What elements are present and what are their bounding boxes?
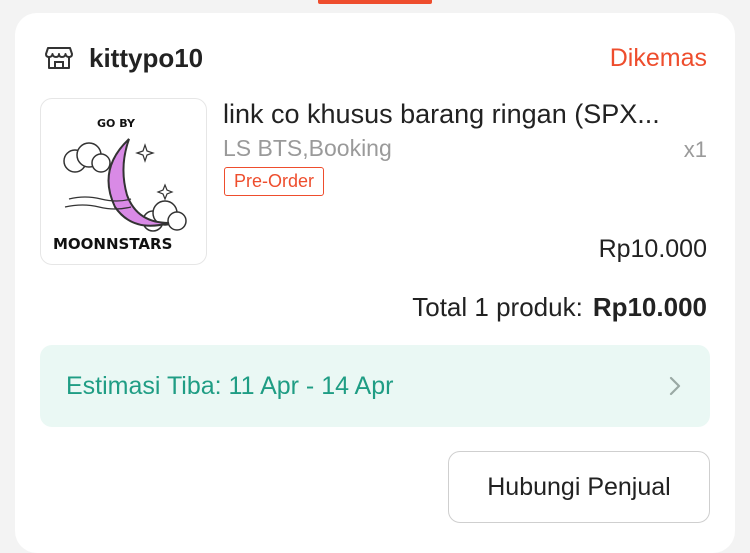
order-card[interactable]: kittypo10 Dikemas GO BY MOONNSTARS link … xyxy=(15,13,735,553)
chevron-right-icon xyxy=(668,374,684,398)
product-title[interactable]: link co khusus barang ringan (SPX... xyxy=(223,99,693,130)
total-label: Total 1 produk: xyxy=(412,292,583,322)
product-variant: LS BTS,Booking xyxy=(223,135,392,161)
image-top-text: GO BY xyxy=(97,117,136,130)
shop-name[interactable]: kittypo10 xyxy=(89,43,203,74)
total-amount: Rp10.000 xyxy=(592,292,707,322)
product-quantity: x1 xyxy=(683,137,707,162)
store-icon xyxy=(45,45,75,71)
contact-seller-button[interactable]: Hubungi Penjual xyxy=(448,451,710,523)
product-price: Rp10.000 xyxy=(598,235,707,263)
preorder-badge: Pre-Order xyxy=(224,167,325,196)
image-bottom-text: MOONNSTARS xyxy=(53,235,172,253)
active-tab-indicator xyxy=(318,0,432,4)
delivery-estimate-text: Estimasi Tiba: 11 Apr - 14 Apr xyxy=(66,371,394,400)
order-total: Total 1 produk: Rp10.000 xyxy=(412,292,707,323)
product-image[interactable]: GO BY MOONNSTARS xyxy=(40,98,207,265)
delivery-estimate-row[interactable]: Estimasi Tiba: 11 Apr - 14 Apr xyxy=(40,345,710,427)
order-status: Dikemas xyxy=(609,43,707,72)
shop-header[interactable]: kittypo10 Dikemas xyxy=(45,43,707,73)
